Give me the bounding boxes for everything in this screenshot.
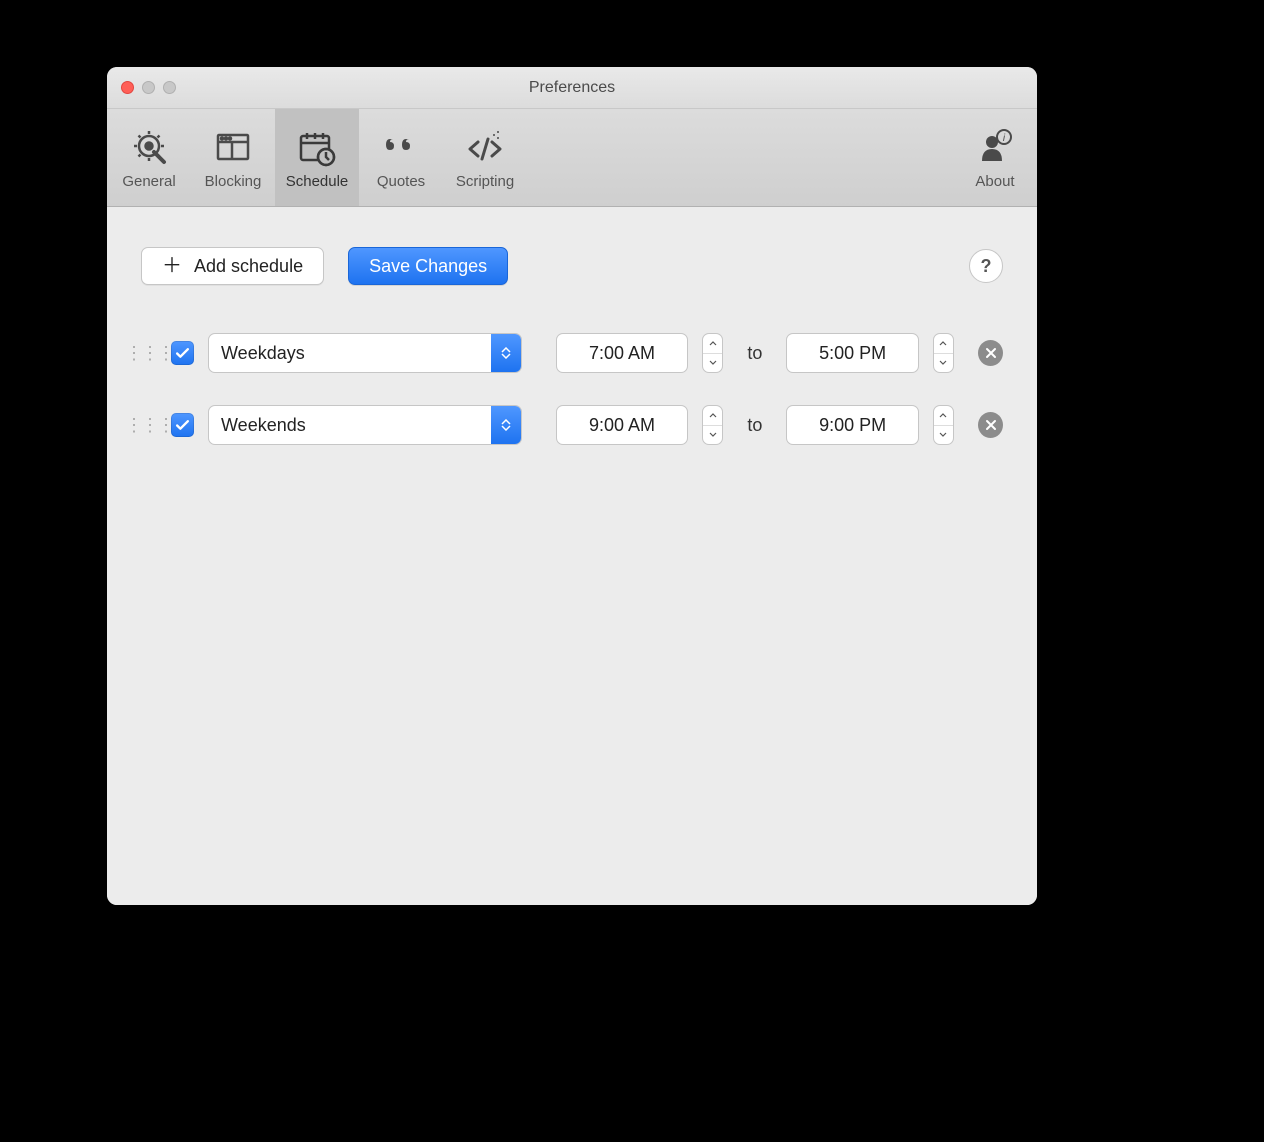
- period-select[interactable]: Weekdays: [208, 333, 522, 373]
- tab-quotes[interactable]: Quotes: [359, 109, 443, 206]
- time-value: 7:00 AM: [589, 343, 655, 364]
- add-schedule-button[interactable]: ＋ Add schedule: [141, 247, 324, 285]
- about-icon: i: [974, 127, 1016, 169]
- save-changes-button[interactable]: Save Changes: [348, 247, 508, 285]
- action-bar: ＋ Add schedule Save Changes ?: [141, 247, 1003, 285]
- to-label: to: [737, 343, 772, 364]
- remove-row-button[interactable]: [978, 412, 1003, 438]
- tab-blocking[interactable]: Blocking: [191, 109, 275, 206]
- to-label: to: [737, 415, 772, 436]
- preferences-window: Preferences General: [107, 67, 1037, 905]
- time-value: 9:00 AM: [589, 415, 655, 436]
- select-value: Weekdays: [221, 343, 305, 364]
- tab-label: Blocking: [205, 173, 262, 190]
- end-time-input[interactable]: 5:00 PM: [786, 333, 918, 373]
- quotes-icon: [380, 127, 422, 169]
- period-select[interactable]: Weekends: [208, 405, 522, 445]
- chevron-updown-icon: [491, 334, 521, 372]
- stepper-up[interactable]: [934, 406, 953, 426]
- drag-handle-icon[interactable]: ⋮⋮⋮: [141, 415, 157, 436]
- schedule-list: ⋮⋮⋮ Weekdays 7:00 AM: [141, 333, 1003, 445]
- content-area: ＋ Add schedule Save Changes ? ⋮⋮⋮ Weekda…: [107, 207, 1037, 905]
- start-time-stepper[interactable]: [702, 405, 723, 445]
- schedule-row: ⋮⋮⋮ Weekdays 7:00 AM: [141, 333, 1003, 373]
- stepper-up[interactable]: [703, 406, 722, 426]
- code-icon: [464, 127, 506, 169]
- select-value: Weekends: [221, 415, 306, 436]
- stepper-down[interactable]: [934, 354, 953, 373]
- check-icon: [175, 418, 190, 433]
- stepper-down[interactable]: [703, 426, 722, 445]
- tab-general[interactable]: General: [107, 109, 191, 206]
- help-button[interactable]: ?: [969, 249, 1003, 283]
- start-time-stepper[interactable]: [702, 333, 723, 373]
- stepper-up[interactable]: [934, 334, 953, 354]
- tab-label: Quotes: [377, 173, 425, 190]
- toolbar: General Blocking: [107, 109, 1037, 207]
- chevron-updown-icon: [491, 406, 521, 444]
- enabled-checkbox[interactable]: [171, 413, 194, 437]
- end-time-stepper[interactable]: [933, 333, 954, 373]
- time-value: 9:00 PM: [819, 415, 886, 436]
- svg-text:i: i: [1003, 133, 1006, 144]
- tab-about[interactable]: i About: [953, 109, 1037, 206]
- enabled-checkbox[interactable]: [171, 341, 194, 365]
- time-value: 5:00 PM: [819, 343, 886, 364]
- check-icon: [175, 346, 190, 361]
- stepper-up[interactable]: [703, 334, 722, 354]
- drag-handle-icon[interactable]: ⋮⋮⋮: [141, 343, 157, 364]
- tab-scripting[interactable]: Scripting: [443, 109, 527, 206]
- layout-icon: [212, 127, 254, 169]
- tab-label: Schedule: [286, 173, 349, 190]
- button-label: Save Changes: [369, 256, 487, 277]
- tab-label: General: [122, 173, 175, 190]
- end-time-input[interactable]: 9:00 PM: [786, 405, 918, 445]
- close-icon: [985, 347, 997, 359]
- tab-schedule[interactable]: Schedule: [275, 109, 359, 206]
- stepper-down[interactable]: [934, 426, 953, 445]
- help-icon: ?: [981, 256, 992, 277]
- end-time-stepper[interactable]: [933, 405, 954, 445]
- plus-icon: ＋: [162, 256, 182, 276]
- button-label: Add schedule: [194, 256, 303, 277]
- window-title: Preferences: [107, 79, 1037, 97]
- tab-label: Scripting: [456, 173, 514, 190]
- tab-label: About: [975, 173, 1014, 190]
- start-time-input[interactable]: 7:00 AM: [556, 333, 688, 373]
- titlebar: Preferences: [107, 67, 1037, 109]
- stepper-down[interactable]: [703, 354, 722, 373]
- start-time-input[interactable]: 9:00 AM: [556, 405, 688, 445]
- gear-icon: [128, 127, 170, 169]
- calendar-icon: [296, 127, 338, 169]
- schedule-row: ⋮⋮⋮ Weekends 9:00 AM: [141, 405, 1003, 445]
- close-icon: [985, 419, 997, 431]
- remove-row-button[interactable]: [978, 340, 1003, 366]
